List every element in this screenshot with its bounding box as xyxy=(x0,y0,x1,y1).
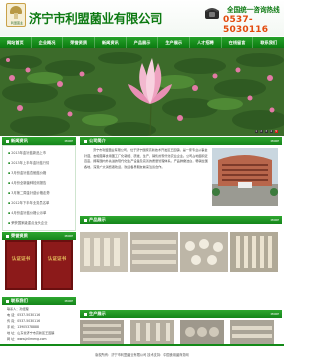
mushroom-stem-icon xyxy=(14,13,18,19)
factory-photo xyxy=(180,320,224,344)
mushroom-crop-photo xyxy=(230,232,278,272)
nav-news[interactable]: 新闻资讯 xyxy=(95,37,127,48)
nav-message[interactable]: 在线留言 xyxy=(222,37,254,48)
contact-line: 电 话：0537-5030116 xyxy=(7,313,41,317)
banner-dot[interactable]: 2 xyxy=(259,129,263,133)
production-image[interactable] xyxy=(80,320,124,344)
heading-square-icon xyxy=(84,312,87,316)
company-name: 济宁市利盟菌业有限公司 xyxy=(29,11,163,26)
main-nav: 网站首页 企业概况 荣誉资质 新闻资讯 产品展示 生产展示 人才招聘 在线留言 … xyxy=(0,37,284,48)
news-item[interactable]: 3月份金针菇杏鲍菇价格 xyxy=(8,170,46,175)
contact-line: 网 址：www.jnlimeng.com xyxy=(7,337,47,341)
nav-contact[interactable]: 联系我们 xyxy=(253,37,284,48)
product-image[interactable] xyxy=(180,232,228,272)
hotline-number: 0537-5030116 xyxy=(223,15,269,35)
nav-jobs[interactable]: 人才招聘 xyxy=(190,37,222,48)
logo-text: 利盟菌业 xyxy=(10,21,23,25)
news-heading: 新闻资讯 MORE xyxy=(2,137,76,145)
banner-dot[interactable]: 3 xyxy=(264,129,268,133)
news-title: 新闻资讯 xyxy=(11,138,28,143)
contact-line: 传 真：0537-5030116 xyxy=(7,319,41,323)
heading-square-icon xyxy=(6,139,9,143)
product-image[interactable] xyxy=(130,232,178,272)
heading-square-icon xyxy=(6,234,9,238)
phone-icon xyxy=(205,8,219,19)
nav-home[interactable]: 网站首页 xyxy=(0,37,32,48)
news-item[interactable]: 3月第二周金针菇价格走势 xyxy=(8,190,49,195)
honor-title: 荣誉资质 xyxy=(11,233,28,238)
heading-square-icon xyxy=(84,218,87,222)
production-more-link[interactable]: MORE xyxy=(271,312,279,316)
banner-pager: 1 2 3 4 5 xyxy=(254,129,278,133)
news-item[interactable]: 荣获国家级重点龙头企业 xyxy=(8,220,47,225)
banner-dot-active[interactable]: 5 xyxy=(274,129,278,133)
nav-products[interactable]: 产品展示 xyxy=(127,37,159,48)
banner-dot[interactable]: 4 xyxy=(269,129,273,133)
contact-line: 联系人：孙经理 xyxy=(7,307,29,311)
production-image[interactable] xyxy=(130,320,174,344)
production-heading: 生产展示 MORE xyxy=(80,310,282,318)
news-item[interactable]: 2012年下半年业务员名单 xyxy=(8,200,49,205)
contact-info: 联系人：孙经理 电 话：0537-5030116 传 真：0537-503011… xyxy=(2,296,76,346)
certificate-image[interactable]: 认证证书 xyxy=(5,240,37,290)
mushroom-crop-photo xyxy=(180,232,228,272)
news-item[interactable]: 2013年金针菇新品上市 xyxy=(8,150,46,155)
nav-production[interactable]: 生产展示 xyxy=(158,37,191,48)
company-logo[interactable]: 利盟菌业 xyxy=(6,3,26,27)
production-image[interactable] xyxy=(230,320,274,344)
production-title: 生产展示 xyxy=(89,311,106,316)
lotus-pond-image xyxy=(0,48,284,136)
certificate-image[interactable]: 认证证书 xyxy=(41,240,73,290)
company-building-photo xyxy=(212,148,278,206)
banner-dot[interactable]: 1 xyxy=(254,129,258,133)
mushroom-crop-photo xyxy=(80,232,128,272)
mushroom-crop-photo xyxy=(130,232,178,272)
product-image[interactable] xyxy=(230,232,278,272)
site-header: 利盟菌业 济宁市利盟菌业有限公司 全国统一咨询热线 0537-5030116 xyxy=(0,0,284,36)
site-footer: 版权所有：济宁市利盟菌业有限公司 技术支持：中国食用菌商务网 xyxy=(0,344,284,360)
hero-banner: 1 2 3 4 5 xyxy=(0,48,284,136)
about-heading: 公司简介 MORE xyxy=(80,137,282,145)
contact-line: 手 机：13905378888 xyxy=(7,325,39,329)
certificate-text: 认证证书 xyxy=(47,257,67,262)
news-item[interactable]: 4月份金针菇价格公示单 xyxy=(8,210,46,215)
news-more-link[interactable]: MORE xyxy=(65,139,73,143)
about-title: 公司简介 xyxy=(89,138,106,143)
news-item[interactable]: 4月份全新菌种检测报告 xyxy=(8,180,46,185)
products-heading: 产品展示 MORE xyxy=(80,216,282,224)
factory-photo xyxy=(130,320,174,344)
heading-square-icon xyxy=(84,139,87,143)
factory-photo xyxy=(80,320,124,344)
factory-photo xyxy=(230,320,274,344)
production-image[interactable] xyxy=(180,320,224,344)
products-more-link[interactable]: MORE xyxy=(271,218,279,222)
about-text: 济宁市利盟菌业有限公司，位于济宁国家高新技术开发区王因镇，是一家专业从事金针菇、… xyxy=(84,148,208,169)
about-more-link[interactable]: MORE xyxy=(271,139,279,143)
honor-more-link[interactable]: MORE xyxy=(65,234,73,238)
footer-text: 版权所有：济宁市利盟菌业有限公司 技术支持：中国食用菌商务网 xyxy=(95,353,189,357)
product-image[interactable] xyxy=(80,232,128,272)
certificate-text: 认证证书 xyxy=(11,257,31,262)
news-list: 2013年金针菇新品上市 2013年上半年金针菇行情 3月份金针菇杏鲍菇价格 4… xyxy=(2,145,76,231)
nav-honor[interactable]: 荣誉资质 xyxy=(63,37,96,48)
page: 利盟菌业 济宁市利盟菌业有限公司 全国统一咨询热线 0537-5030116 网… xyxy=(0,0,284,360)
honor-heading: 荣誉资质 MORE xyxy=(2,232,76,240)
hotline-label: 全国统一咨询热线 xyxy=(227,6,280,14)
products-title: 产品展示 xyxy=(89,217,106,222)
nav-about[interactable]: 企业概况 xyxy=(32,37,64,48)
contact-line: 地 址：山东省济宁市高新区王因镇 xyxy=(7,331,55,335)
news-item[interactable]: 2013年上半年金针菇行情 xyxy=(8,160,49,165)
